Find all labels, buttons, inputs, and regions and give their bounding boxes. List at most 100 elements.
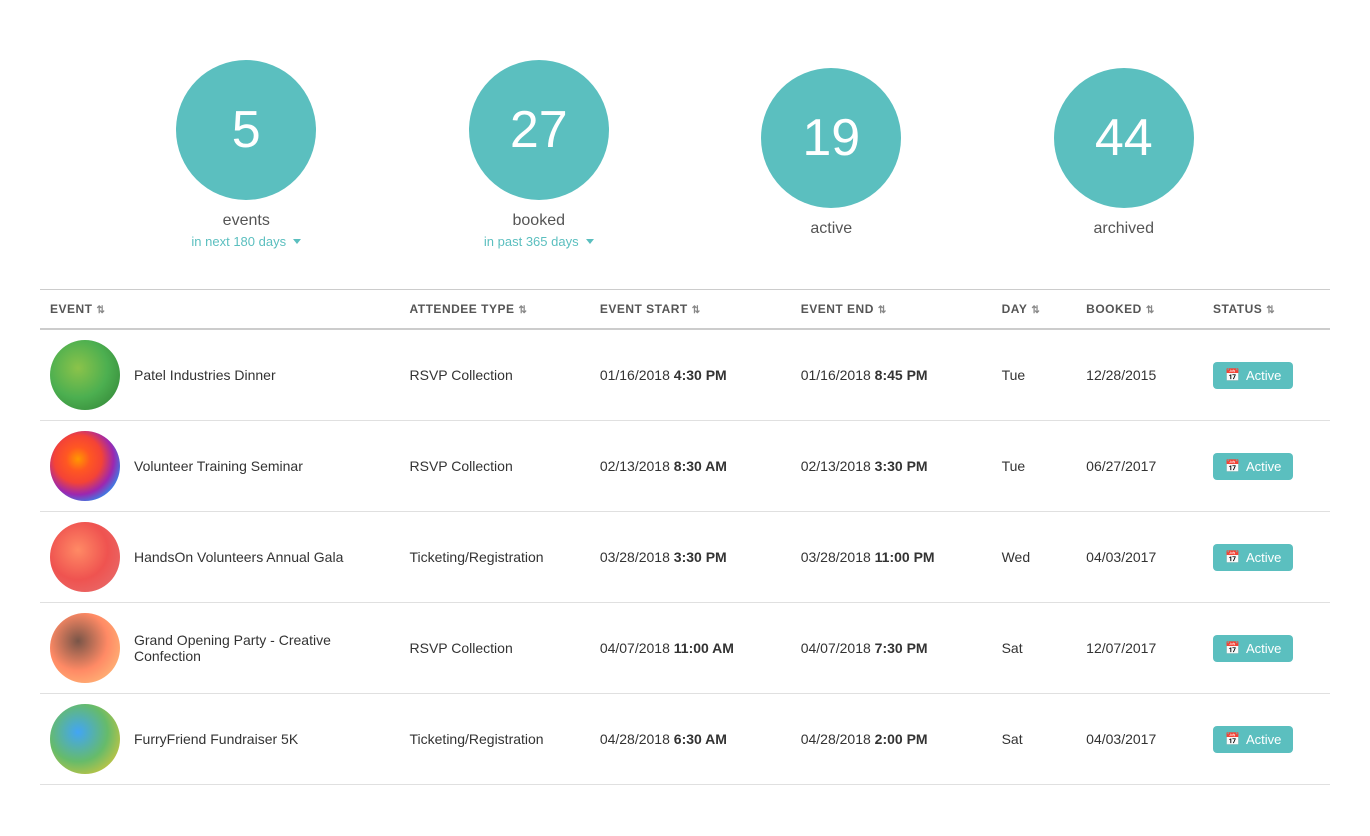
event-start-cell: 01/16/2018 4:30 PM bbox=[590, 329, 791, 421]
end-time: 3:30 PM bbox=[875, 458, 928, 474]
event-cell: FurryFriend Fundraiser 5K bbox=[40, 694, 400, 785]
attendee-type-cell: RSVP Collection bbox=[400, 603, 590, 694]
event-thumbnail bbox=[50, 613, 120, 683]
status-cell: 📅Active bbox=[1203, 694, 1330, 785]
table-row[interactable]: Grand Opening Party - Creative Confectio… bbox=[40, 603, 1330, 694]
calendar-icon: 📅 bbox=[1225, 459, 1240, 473]
stat-item-booked: 27 booked in past 365 days bbox=[469, 60, 609, 249]
chevron-down-icon bbox=[586, 239, 594, 244]
stat-number-events: 5 bbox=[232, 100, 261, 160]
event-start-cell: 04/07/2018 11:00 AM bbox=[590, 603, 791, 694]
booked-cell: 04/03/2017 bbox=[1076, 694, 1203, 785]
event-thumbnail bbox=[50, 704, 120, 774]
day-cell: Sat bbox=[992, 694, 1077, 785]
stat-number-archived: 44 bbox=[1095, 108, 1153, 168]
stat-number-booked: 27 bbox=[510, 100, 568, 160]
event-cell: Patel Industries Dinner bbox=[40, 329, 400, 421]
stat-item-events: 5 events in next 180 days bbox=[176, 60, 316, 249]
event-end-cell: 03/28/2018 11:00 PM bbox=[791, 512, 992, 603]
table-body: Patel Industries DinnerRSVP Collection01… bbox=[40, 329, 1330, 785]
booked-cell: 12/28/2015 bbox=[1076, 329, 1203, 421]
sort-icon: ⇅ bbox=[692, 305, 701, 316]
day-cell: Tue bbox=[992, 421, 1077, 512]
status-cell: 📅Active bbox=[1203, 421, 1330, 512]
calendar-icon: 📅 bbox=[1225, 550, 1240, 564]
table-row[interactable]: Patel Industries Dinner RSVP Collection01… bbox=[40, 329, 1330, 421]
stat-label-events: events bbox=[223, 212, 270, 230]
status-badge[interactable]: 📅Active bbox=[1213, 362, 1293, 389]
col-header-day[interactable]: DAY⇅ bbox=[992, 290, 1077, 330]
stat-item-active: 19 active bbox=[761, 68, 901, 242]
day-cell: Sat bbox=[992, 603, 1077, 694]
stat-circle-booked: 27 bbox=[469, 60, 609, 200]
stat-sublabel-booked[interactable]: in past 365 days bbox=[484, 234, 594, 249]
end-time: 2:00 PM bbox=[875, 731, 928, 747]
sort-icon: ⇅ bbox=[1266, 305, 1275, 316]
events-page: 5 events in next 180 days 27 booked in past 3… bbox=[0, 0, 1370, 836]
start-time: 8:30 AM bbox=[674, 458, 727, 474]
start-time: 4:30 PM bbox=[674, 367, 727, 383]
event-start-cell: 02/13/2018 8:30 AM bbox=[590, 421, 791, 512]
sort-icon: ⇅ bbox=[878, 305, 887, 316]
start-time: 3:30 PM bbox=[674, 549, 727, 565]
event-cell: HandsOn Volunteers Annual Gala bbox=[40, 512, 400, 603]
event-name: HandsOn Volunteers Annual Gala bbox=[134, 549, 343, 565]
col-header-event[interactable]: EVENT⇅ bbox=[40, 290, 400, 330]
table-row[interactable]: FurryFriend Fundraiser 5K Ticketing/Regis… bbox=[40, 694, 1330, 785]
calendar-icon: 📅 bbox=[1225, 641, 1240, 655]
day-cell: Wed bbox=[992, 512, 1077, 603]
day-cell: Tue bbox=[992, 329, 1077, 421]
stat-label-active: active bbox=[810, 220, 852, 238]
table-header-row: EVENT⇅ATTENDEE TYPE⇅EVENT START⇅EVENT EN… bbox=[40, 290, 1330, 330]
table-row[interactable]: Volunteer Training SeminarRSVP Collectio… bbox=[40, 421, 1330, 512]
stat-circle-archived: 44 bbox=[1054, 68, 1194, 208]
status-badge[interactable]: 📅Active bbox=[1213, 726, 1293, 753]
event-thumbnail bbox=[50, 431, 120, 501]
stats-row: 5 events in next 180 days 27 booked in past 3… bbox=[40, 60, 1330, 249]
status-cell: 📅Active bbox=[1203, 512, 1330, 603]
col-header-status[interactable]: STATUS⇅ bbox=[1203, 290, 1330, 330]
event-end-cell: 02/13/2018 3:30 PM bbox=[791, 421, 992, 512]
sort-icon: ⇅ bbox=[1146, 305, 1155, 316]
event-name: Grand Opening Party - Creative Confectio… bbox=[134, 632, 390, 664]
status-badge[interactable]: 📅Active bbox=[1213, 544, 1293, 571]
stat-number-active: 19 bbox=[802, 108, 860, 168]
stat-sublabel-events[interactable]: in next 180 days bbox=[191, 234, 301, 249]
table-row[interactable]: HandsOn Volunteers Annual GalaTicketing/… bbox=[40, 512, 1330, 603]
event-start-cell: 03/28/2018 3:30 PM bbox=[590, 512, 791, 603]
end-time: 11:00 PM bbox=[875, 549, 935, 565]
calendar-icon: 📅 bbox=[1225, 368, 1240, 382]
col-header-event_end[interactable]: EVENT END⇅ bbox=[791, 290, 992, 330]
event-thumbnail bbox=[50, 522, 120, 592]
stat-circle-events: 5 bbox=[176, 60, 316, 200]
status-badge[interactable]: 📅Active bbox=[1213, 453, 1293, 480]
col-header-attendee_type[interactable]: ATTENDEE TYPE⇅ bbox=[400, 290, 590, 330]
end-time: 7:30 PM bbox=[875, 640, 928, 656]
sort-icon: ⇅ bbox=[97, 305, 106, 316]
end-time: 8:45 PM bbox=[875, 367, 928, 383]
calendar-icon: 📅 bbox=[1225, 732, 1240, 746]
event-cell: Grand Opening Party - Creative Confectio… bbox=[40, 603, 400, 694]
col-header-event_start[interactable]: EVENT START⇅ bbox=[590, 290, 791, 330]
attendee-type-cell: Ticketing/Registration bbox=[400, 694, 590, 785]
event-end-cell: 04/28/2018 2:00 PM bbox=[791, 694, 992, 785]
event-thumbnail bbox=[50, 340, 120, 410]
stat-label-booked: booked bbox=[513, 212, 566, 230]
event-name: FurryFriend Fundraiser 5K bbox=[134, 731, 298, 747]
col-header-booked[interactable]: BOOKED⇅ bbox=[1076, 290, 1203, 330]
events-table: EVENT⇅ATTENDEE TYPE⇅EVENT START⇅EVENT EN… bbox=[40, 289, 1330, 785]
booked-cell: 12/07/2017 bbox=[1076, 603, 1203, 694]
chevron-down-icon bbox=[293, 239, 301, 244]
start-time: 6:30 AM bbox=[674, 731, 727, 747]
booked-cell: 06/27/2017 bbox=[1076, 421, 1203, 512]
attendee-type-cell: RSVP Collection bbox=[400, 421, 590, 512]
event-name: Patel Industries Dinner bbox=[134, 367, 276, 383]
attendee-type-cell: RSVP Collection bbox=[400, 329, 590, 421]
status-cell: 📅Active bbox=[1203, 329, 1330, 421]
event-start-cell: 04/28/2018 6:30 AM bbox=[590, 694, 791, 785]
stat-label-archived: archived bbox=[1094, 220, 1154, 238]
stat-circle-active: 19 bbox=[761, 68, 901, 208]
stat-item-archived: 44 archived bbox=[1054, 68, 1194, 242]
status-badge[interactable]: 📅Active bbox=[1213, 635, 1293, 662]
event-end-cell: 04/07/2018 7:30 PM bbox=[791, 603, 992, 694]
